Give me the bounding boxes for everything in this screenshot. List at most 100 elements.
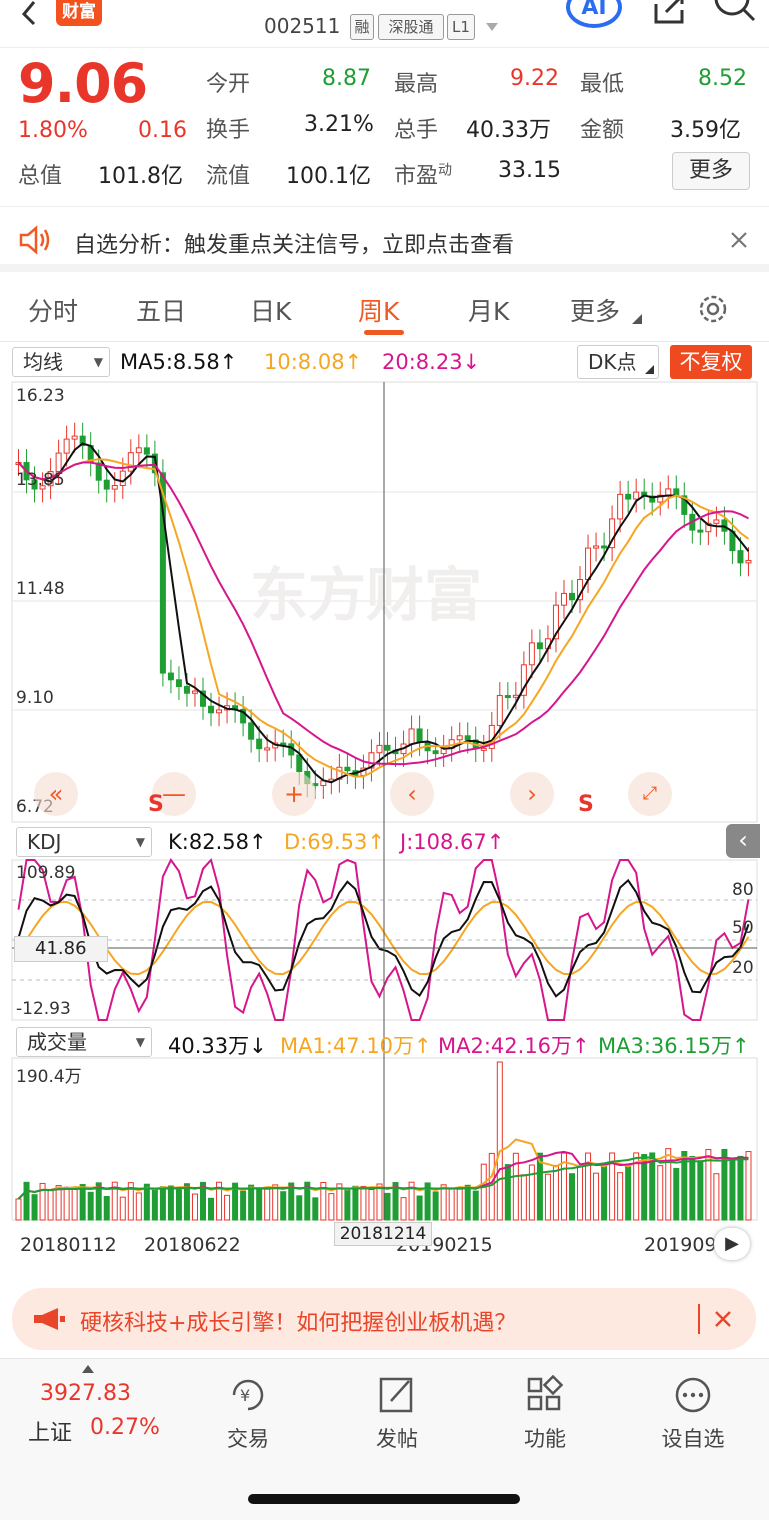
kdj-k-line [17, 878, 750, 998]
more-quote-button[interactable]: 更多 [672, 152, 750, 190]
volume-bar [224, 1194, 231, 1221]
index-name[interactable]: 上证 [28, 1415, 72, 1447]
period-tabs: 分时 五日 日K 周K 月K 更多 [0, 280, 769, 342]
volume-bar [55, 1185, 62, 1221]
candle-body [617, 493, 624, 520]
low-value: 8.52 [698, 66, 747, 91]
pe-label-text: 市盈 [394, 164, 439, 189]
volume-bar [520, 1174, 527, 1221]
collapse-panel-button[interactable]: ‹ [726, 824, 760, 858]
pe-value: 33.15 [498, 158, 561, 183]
more-dots-icon [675, 1377, 711, 1413]
high-label: 最高 [394, 72, 439, 97]
volume-bar [737, 1155, 744, 1221]
fullscreen-icon[interactable]: ⤢ [628, 772, 672, 816]
candle-body [536, 642, 543, 650]
tab-more[interactable]: 更多 [570, 292, 620, 328]
ai-assistant-icon[interactable]: AI [566, 0, 622, 28]
candle-body [528, 642, 535, 666]
back-arrow-icon[interactable] [14, 0, 44, 26]
promo-text: 硬核科技+成长引擎！如何把握创业板机遇？ [80, 1311, 517, 1336]
no-adjust-button[interactable]: 不复权 [670, 345, 752, 379]
nav-functions[interactable]: 功能 [495, 1374, 595, 1453]
zoom-in-button[interactable]: + [272, 772, 316, 816]
nav-post[interactable]: 发帖 [347, 1375, 447, 1453]
volume-bar [240, 1190, 247, 1221]
candle-body [633, 491, 640, 500]
volume-bar [432, 1191, 439, 1221]
volume-bar [448, 1187, 455, 1221]
volume-bar [344, 1189, 351, 1221]
candle-body [697, 529, 704, 533]
tab-monthly-k[interactable]: 月K [468, 292, 509, 328]
market-cap-value: 101.8亿 [98, 164, 183, 189]
candle-body [103, 479, 110, 490]
volume-bar [183, 1183, 190, 1221]
search-icon[interactable] [712, 0, 758, 24]
index-value[interactable]: 3927.83 [40, 1381, 131, 1406]
close-icon[interactable] [714, 1310, 732, 1328]
volume-bar [296, 1195, 303, 1221]
kdj-y-top: 109.89 [16, 863, 76, 883]
chevron-down-icon[interactable] [484, 22, 500, 32]
turnover-value: 3.21% [304, 112, 374, 137]
volume-bar [79, 1184, 86, 1221]
volume-ma1: MA1:47.10万↑ [280, 1034, 432, 1058]
float-cap-label: 流值 [206, 164, 251, 189]
close-icon[interactable] [730, 231, 748, 249]
kline-chart[interactable]: 东方财富 [0, 380, 769, 1260]
tab-daily-k[interactable]: 日K [250, 292, 291, 328]
gear-icon[interactable] [696, 292, 730, 326]
volume-bar [264, 1187, 271, 1221]
tab-weekly-k[interactable]: 周K [358, 292, 399, 328]
margin-tag: 融 [350, 14, 374, 40]
y-label-3: 11.48 [16, 579, 65, 599]
candle-body [496, 695, 503, 726]
notice-bar[interactable]: 自选分析：触发重点关注信号，立即点击查看 [0, 206, 769, 272]
candle-body [560, 592, 567, 606]
yen-refresh-icon: ¥ [232, 1379, 264, 1411]
scroll-right-button[interactable]: › [510, 772, 554, 816]
promo-banner[interactable]: 硬核科技+成长引擎！如何把握创业板机遇？ [12, 1288, 756, 1350]
kdj-selector[interactable]: KDJ ▼ [16, 827, 152, 857]
sell-signal-mark: S [578, 792, 594, 817]
volume-bar [504, 1164, 511, 1221]
scroll-left-fast-button[interactable]: « [34, 772, 78, 816]
volume-bar [135, 1192, 142, 1221]
nav-add-watchlist[interactable]: 设自选 [643, 1375, 743, 1453]
share-icon[interactable] [652, 0, 686, 24]
kdj-level-80: 80 [732, 880, 754, 900]
notice-text: 自选分析：触发重点关注信号，立即点击查看 [74, 233, 515, 258]
up-arrow-icon [82, 1365, 94, 1373]
candle-body [504, 695, 511, 699]
y-label-4: 9.10 [16, 688, 54, 708]
banner-divider [698, 1304, 700, 1334]
kdj-cursor-value: 41.86 [14, 936, 108, 962]
volume-bar [63, 1186, 70, 1221]
index-percent[interactable]: 0.27% [90, 1415, 160, 1440]
kdj-level-20: 20 [732, 958, 754, 978]
volume-bar [208, 1197, 215, 1221]
candle-body [408, 728, 415, 745]
tab-intraday[interactable]: 分时 [28, 292, 78, 328]
scroll-left-button[interactable]: ‹ [390, 772, 434, 816]
float-cap-value: 100.1亿 [286, 164, 371, 189]
volume-bar [665, 1148, 672, 1221]
chevron-down-icon: ▼ [135, 1035, 145, 1049]
kdj-level-50: 50 [732, 918, 754, 938]
candle-body [296, 754, 303, 772]
candle-body [601, 545, 608, 549]
volume-bar [552, 1164, 559, 1221]
volume-y-top: 190.4万 [16, 1067, 82, 1087]
volume-bar [464, 1184, 471, 1221]
scroll-latest-button[interactable]: ▶ [714, 1228, 750, 1260]
stock-code[interactable]: 002511 [264, 14, 340, 38]
ma-selector[interactable]: 均线 ▼ [12, 347, 110, 377]
dk-point-selector[interactable]: DK点 [577, 345, 659, 379]
volume-selector[interactable]: 成交量 ▼ [16, 1027, 152, 1057]
tab-five-day[interactable]: 五日 [136, 292, 186, 328]
volume-bar [103, 1195, 110, 1221]
candle-body [216, 709, 223, 714]
nav-trade[interactable]: ¥ 交易 [198, 1375, 298, 1453]
candle-body [585, 547, 592, 581]
